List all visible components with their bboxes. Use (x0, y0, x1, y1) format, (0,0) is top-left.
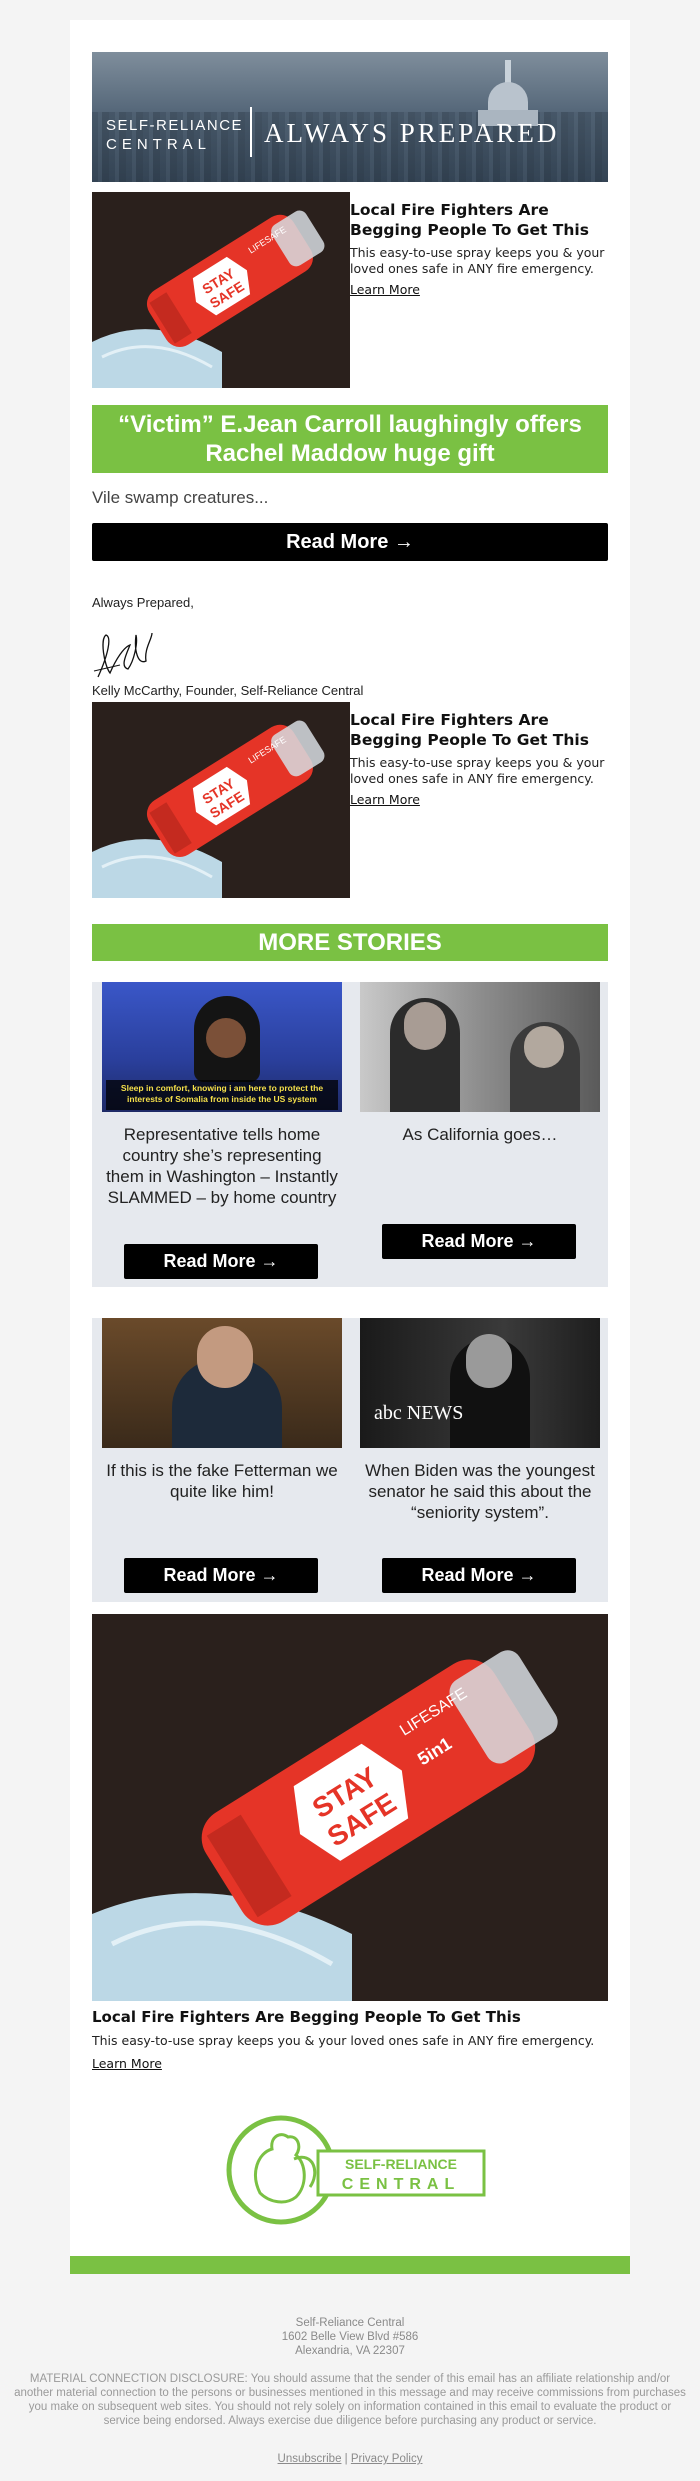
story-caption[interactable]: When Biden was the youngest senator he s… (362, 1460, 598, 1523)
speaker-face (206, 1018, 246, 1058)
stories-row-2: If this is the fake Fetterman we quite l… (92, 1318, 608, 1602)
person-face (197, 1326, 253, 1388)
footer-address-line-2: Alexandria, VA 22307 (295, 2345, 405, 2357)
learn-more-link[interactable]: Learn More (350, 282, 420, 297)
story-thumbnail[interactable]: abc NEWS (360, 1318, 600, 1448)
story-read-more-button[interactable]: Read More → (382, 1558, 576, 1593)
story-thumbnail[interactable] (102, 1318, 342, 1448)
spray-product-image[interactable]: STAY SAFE LIFESAFE (92, 192, 350, 388)
story-caption[interactable]: If this is the fake Fetterman we quite l… (104, 1460, 340, 1502)
brand-logo: SELF-RELIANCE CENTRAL (106, 116, 243, 154)
ad-description: This easy-to-use spray keeps you & your … (350, 245, 605, 276)
tagline: ALWAYS PREPARED (264, 118, 560, 148)
footer-green-bar (70, 2256, 630, 2274)
footer-link-separator: | (344, 2453, 348, 2465)
spray-can-icon: STAY SAFE 5in1 LIFESAFE (92, 1614, 608, 2001)
spray-can-icon: STAY SAFE LIFESAFE (92, 702, 350, 898)
stories-row-1: Sleep in comfort, knowing i am here to p… (92, 982, 608, 1287)
spray-can-icon: STAY SAFE LIFESAFE (92, 192, 350, 388)
unsubscribe-link[interactable]: Unsubscribe (278, 2453, 342, 2465)
ad-block-middle: STAY SAFE LIFESAFE Local Fire Fighters A… (92, 702, 608, 898)
footer-company: Self-Reliance Central (295, 2317, 405, 2329)
brand-line-2: CENTRAL (106, 136, 212, 153)
squirrel-icon (254, 2133, 306, 2204)
abc-news-logo: abc NEWS (374, 1402, 464, 1424)
email-card: SELF-RELIANCE CENTRAL ALWAYS PREPARED ST… (70, 20, 630, 2256)
person-face (466, 1334, 512, 1388)
svg-text:CENTRAL: CENTRAL (342, 2176, 460, 2193)
spray-product-image[interactable]: STAY SAFE LIFESAFE (92, 702, 350, 898)
svg-text:SELF-RELIANCE: SELF-RELIANCE (345, 2156, 457, 2172)
story-thumbnail[interactable]: Sleep in comfort, knowing i am here to p… (102, 982, 342, 1112)
story-thumbnail[interactable] (360, 982, 600, 1112)
footer-links: Unsubscribe | Privacy Policy (0, 2453, 700, 2465)
main-read-more-button[interactable]: Read More → (92, 523, 608, 561)
ad-title[interactable]: Local Fire Fighters Are Begging People T… (350, 200, 608, 240)
ad-block-top: STAY SAFE LIFESAFE Local Fire Fighters A… (92, 192, 608, 388)
ad-title[interactable]: Local Fire Fighters Are Begging People T… (350, 710, 608, 750)
material-disclosure: MATERIAL CONNECTION DISCLOSURE: You shou… (14, 2373, 686, 2427)
closing-text: Always Prepared, (92, 595, 194, 610)
big-ad-title[interactable]: Local Fire Fighters Are Begging People T… (92, 2008, 521, 2026)
story-caption[interactable]: Representative tells home country she’s … (104, 1124, 340, 1208)
spray-product-large-image[interactable]: STAY SAFE 5in1 LIFESAFE (92, 1614, 608, 2001)
big-ad-description: This easy-to-use spray keeps you & your … (92, 2033, 595, 2048)
privacy-policy-link[interactable]: Privacy Policy (351, 2453, 423, 2465)
story-read-more-button[interactable]: Read More → (124, 1244, 318, 1279)
founder-name: Kelly McCarthy, Founder, Self-Reliance C… (92, 683, 364, 698)
brand-line-1: SELF-RELIANCE (106, 117, 244, 134)
main-headline[interactable]: “Victim” E.Jean Carroll laughingly offer… (92, 405, 608, 473)
learn-more-link[interactable]: Learn More (350, 792, 420, 807)
ad-text: Local Fire Fighters Are Begging People T… (350, 200, 608, 299)
ad-text: Local Fire Fighters Are Begging People T… (350, 710, 608, 809)
person-face (524, 1026, 564, 1068)
story-card: If this is the fake Fetterman we quite l… (92, 1318, 350, 1602)
story-caption[interactable]: As California goes… (362, 1124, 598, 1145)
self-reliance-logo-icon[interactable]: SELF-RELIANCE CENTRAL (210, 2113, 490, 2228)
person-face (404, 1002, 446, 1050)
story-card: abc NEWS When Biden was the youngest sen… (350, 1318, 608, 1602)
banner-divider (250, 107, 252, 157)
header-banner[interactable]: SELF-RELIANCE CENTRAL ALWAYS PREPARED (92, 52, 608, 182)
more-stories-heading: MORE STORIES (92, 924, 608, 961)
story-card: Sleep in comfort, knowing i am here to p… (92, 982, 350, 1287)
story-read-more-button[interactable]: Read More → (382, 1224, 576, 1259)
thumb-caption-overlay: Sleep in comfort, knowing i am here to p… (106, 1080, 338, 1110)
main-teaser: Vile swamp creatures... (92, 488, 269, 507)
story-read-more-button[interactable]: Read More → (124, 1558, 318, 1593)
footer-address-line-1: 1602 Belle View Blvd #586 (281, 2331, 419, 2343)
big-ad-learn-more-link[interactable]: Learn More (92, 2056, 162, 2071)
story-card: As California goes… Read More → (350, 982, 608, 1287)
signature-icon (93, 632, 153, 678)
ad-description: This easy-to-use spray keeps you & your … (350, 755, 605, 786)
